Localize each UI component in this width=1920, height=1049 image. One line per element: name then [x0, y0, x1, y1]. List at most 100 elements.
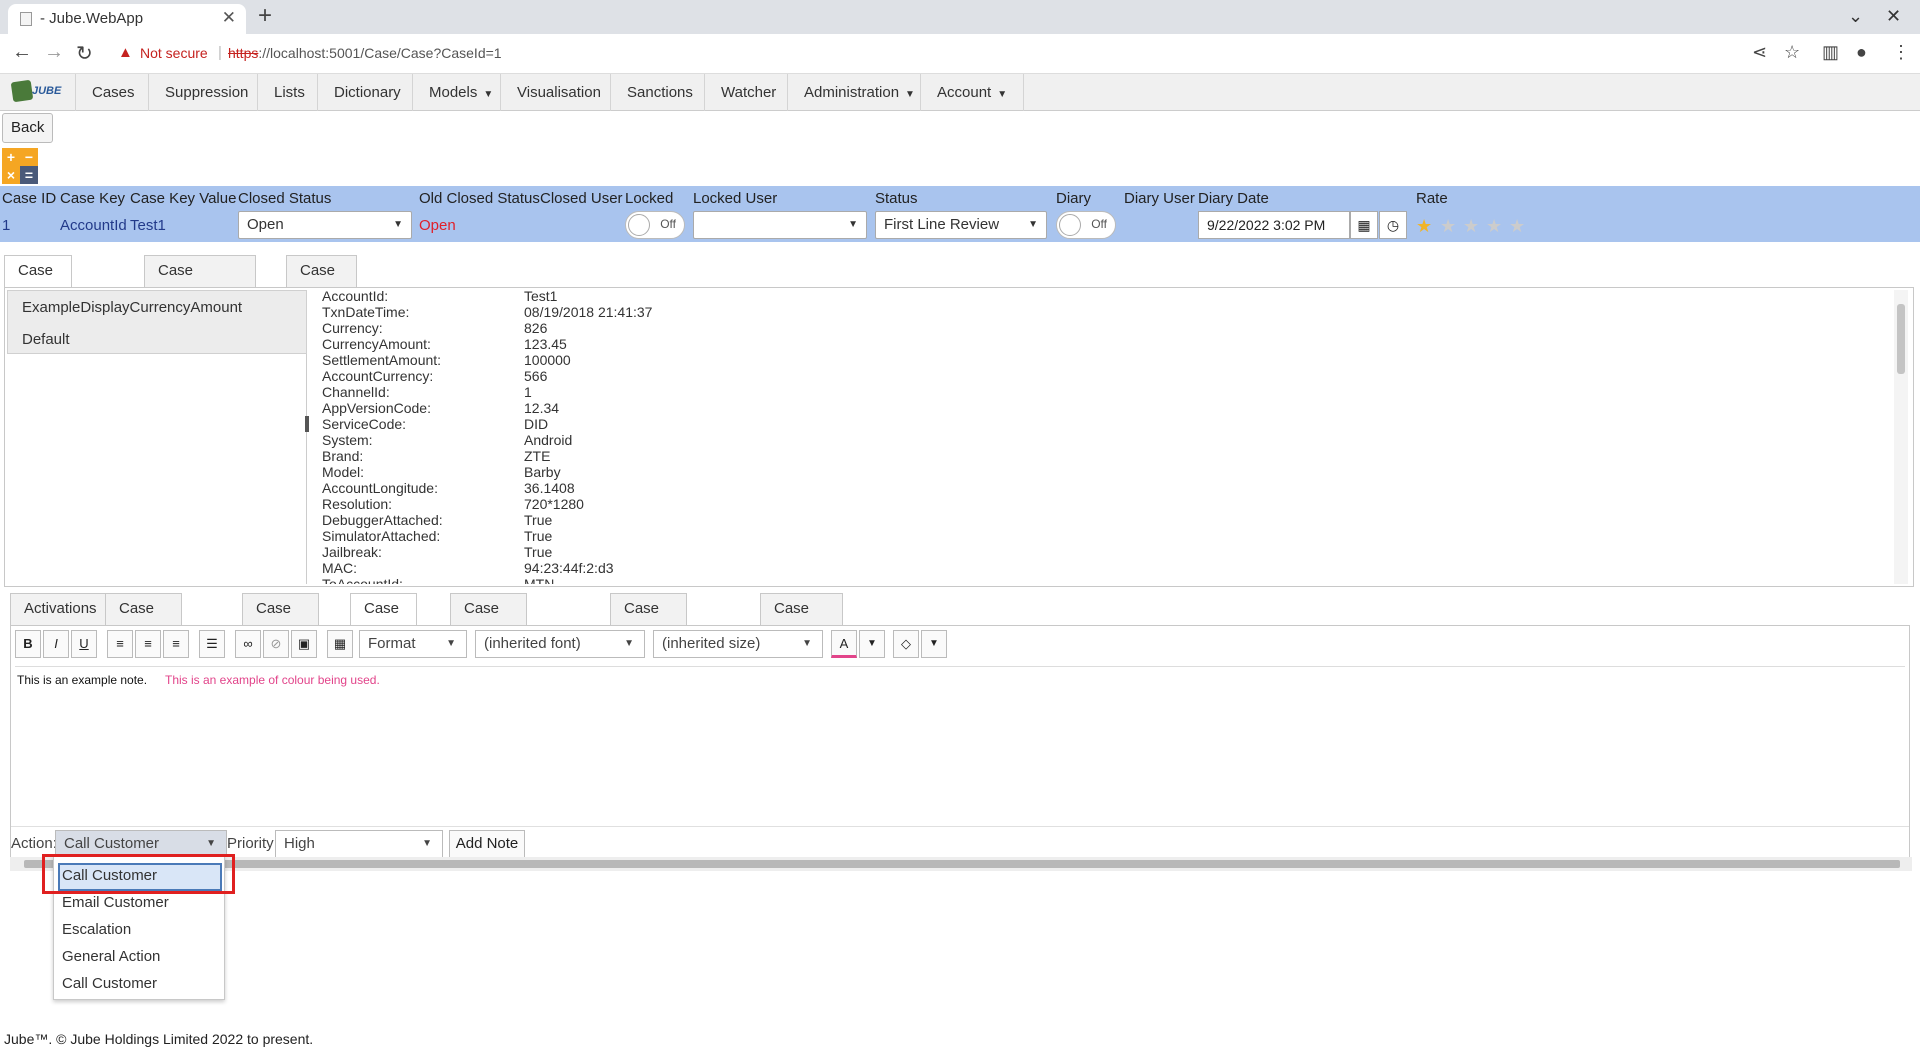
chevron-down-icon[interactable]: ▼: [859, 630, 885, 658]
chevron-down-icon[interactable]: ⌄: [1848, 6, 1863, 27]
action-option[interactable]: Email Customer: [62, 894, 169, 911]
rating-star-3-icon[interactable]: ★: [1463, 216, 1479, 237]
underline-icon[interactable]: U: [71, 630, 97, 658]
plus-icon[interactable]: +: [2, 148, 20, 166]
share-icon[interactable]: ⋖: [1752, 42, 1767, 63]
sidepanel-icon[interactable]: ▥: [1822, 42, 1839, 63]
detail-key: AccountId:: [322, 288, 389, 304]
action-label: Action:: [11, 835, 57, 852]
tab-case-detail-views[interactable]: Case Detail Views: [4, 255, 72, 339]
note-editor[interactable]: This is an example note. This is an exam…: [15, 666, 1905, 824]
rating-star-5-icon[interactable]: ★: [1509, 216, 1525, 237]
annotation-highlight-box: [42, 854, 235, 894]
nav-watcher-label: Watcher: [721, 84, 777, 101]
nav-visualisation[interactable]: Visualisation: [500, 74, 617, 111]
nav-sanctions-label: Sanctions: [627, 84, 693, 101]
detail-key: AccountCurrency:: [322, 368, 434, 384]
clock-icon[interactable]: ◷: [1379, 211, 1407, 239]
diary-date-input[interactable]: 9/22/2022 3:02 PM: [1198, 211, 1350, 239]
nav-models[interactable]: Models ▼: [412, 74, 509, 111]
tab-case-key-journal[interactable]: Case Key Journal: [105, 593, 183, 677]
closed-status-select[interactable]: Open ▼: [238, 211, 412, 239]
chevron-down-icon[interactable]: ▼: [921, 630, 947, 658]
table-icon[interactable]: ▦: [327, 630, 353, 658]
tab-case-uploads[interactable]: Case Uploads: [760, 593, 844, 647]
nav-cases[interactable]: Cases: [75, 74, 151, 111]
forward-arrow-icon[interactable]: →: [44, 41, 64, 64]
detail-key: DebuggerAttached:: [322, 512, 443, 528]
unlink-icon[interactable]: ⊘: [263, 630, 289, 658]
calendar-icon[interactable]: ▦: [1350, 211, 1378, 239]
menu-kebab-icon[interactable]: ⋮: [1892, 42, 1910, 63]
link-icon[interactable]: ∞: [235, 630, 261, 658]
format-select[interactable]: Format ▼: [359, 630, 467, 658]
tab-case-forms[interactable]: Case Forms: [286, 255, 357, 309]
text-color-icon[interactable]: A: [831, 630, 857, 658]
nav-watcher[interactable]: Watcher: [704, 74, 792, 111]
jube-logo[interactable]: JUBE: [10, 79, 61, 105]
tab-case-events-journal[interactable]: Case Events Journal: [450, 593, 528, 677]
case-detail-panel: ExampleDisplayCurrencyAmount Default Acc…: [4, 287, 1914, 587]
action-option[interactable]: Call Customer: [62, 975, 157, 992]
action-option[interactable]: Escalation: [62, 921, 131, 938]
rating-star-1-icon[interactable]: ★: [1416, 216, 1432, 237]
status-select[interactable]: First Line Review ▼: [875, 211, 1047, 239]
rating-star-2-icon[interactable]: ★: [1440, 216, 1456, 237]
tab-case-forms-journal[interactable]: Case Forms Journal: [610, 593, 688, 677]
close-tab-icon[interactable]: ✕: [222, 8, 236, 28]
back-arrow-icon[interactable]: ←: [12, 41, 32, 64]
nav-dictionary[interactable]: Dictionary: [317, 74, 417, 111]
url-path: ://localhost:5001/Case/Case?CaseId=1: [258, 45, 502, 61]
view-item-example[interactable]: ExampleDisplayCurrencyAmount: [22, 299, 242, 316]
detail-value: 566: [524, 368, 548, 384]
add-note-button[interactable]: Add Note: [449, 830, 525, 858]
image-icon[interactable]: ▣: [291, 630, 317, 658]
horizontal-scrollbar[interactable]: [10, 857, 1912, 871]
locked-user-select[interactable]: ▼: [693, 211, 867, 239]
reload-icon[interactable]: ↻: [76, 41, 93, 66]
page-footer: Jube™. © Jube Holdings Limited 2022 to p…: [4, 1031, 314, 1047]
nav-sanctions[interactable]: Sanctions: [610, 74, 709, 111]
italic-icon[interactable]: I: [43, 630, 69, 658]
align-right-icon[interactable]: ≡: [163, 630, 189, 658]
diary-toggle[interactable]: Off: [1056, 211, 1116, 239]
new-tab-icon[interactable]: +: [258, 2, 272, 30]
profile-icon[interactable]: ●: [1856, 42, 1867, 63]
splitter-handle[interactable]: [305, 416, 309, 432]
nav-lists[interactable]: Lists: [257, 74, 321, 111]
address-bar[interactable]: ▲ Not secure | https://localhost:5001/Ca…: [110, 39, 1750, 69]
tab-activations[interactable]: Activations: [10, 593, 111, 625]
action-option[interactable]: General Action: [62, 948, 160, 965]
back-button[interactable]: Back: [2, 113, 54, 143]
nav-administration[interactable]: Administration ▼: [787, 74, 931, 111]
locked-toggle[interactable]: Off: [625, 211, 685, 239]
minus-icon[interactable]: −: [20, 148, 38, 166]
tab-case-visualisation[interactable]: Case Visualisation: [144, 255, 256, 309]
tab-case-notes[interactable]: Case Notes: [350, 593, 418, 647]
priority-select[interactable]: High ▼: [275, 830, 443, 858]
vertical-scrollbar[interactable]: [1894, 290, 1908, 584]
tab-case-journal[interactable]: Case Journal: [242, 593, 320, 647]
scrollbar-thumb[interactable]: [24, 860, 1900, 868]
detail-key: System:: [322, 432, 373, 448]
equals-icon[interactable]: =: [20, 166, 38, 184]
bold-icon[interactable]: B: [15, 630, 41, 658]
times-icon[interactable]: ×: [2, 166, 20, 184]
detail-value: MTN: [524, 576, 555, 584]
background-color-icon[interactable]: ◇: [893, 630, 919, 658]
nav-account[interactable]: Account ▼: [920, 74, 1025, 111]
view-item-default[interactable]: Default: [22, 331, 70, 348]
scrollbar-thumb[interactable]: [1897, 304, 1905, 374]
bookmark-star-icon[interactable]: ☆: [1784, 42, 1800, 63]
close-window-icon[interactable]: ✕: [1886, 6, 1901, 27]
align-center-icon[interactable]: ≡: [135, 630, 161, 658]
warning-icon: ▲: [118, 44, 133, 61]
browser-tab[interactable]: - Jube.WebApp ✕: [8, 4, 246, 34]
bullet-list-icon[interactable]: ☰: [199, 630, 225, 658]
detail-key: AppVersionCode:: [322, 400, 431, 416]
nav-suppression[interactable]: Suppression: [148, 74, 264, 111]
rating-star-4-icon[interactable]: ★: [1486, 216, 1502, 237]
size-select[interactable]: (inherited size) ▼: [653, 630, 823, 658]
font-select[interactable]: (inherited font) ▼: [475, 630, 645, 658]
align-left-icon[interactable]: ≡: [107, 630, 133, 658]
